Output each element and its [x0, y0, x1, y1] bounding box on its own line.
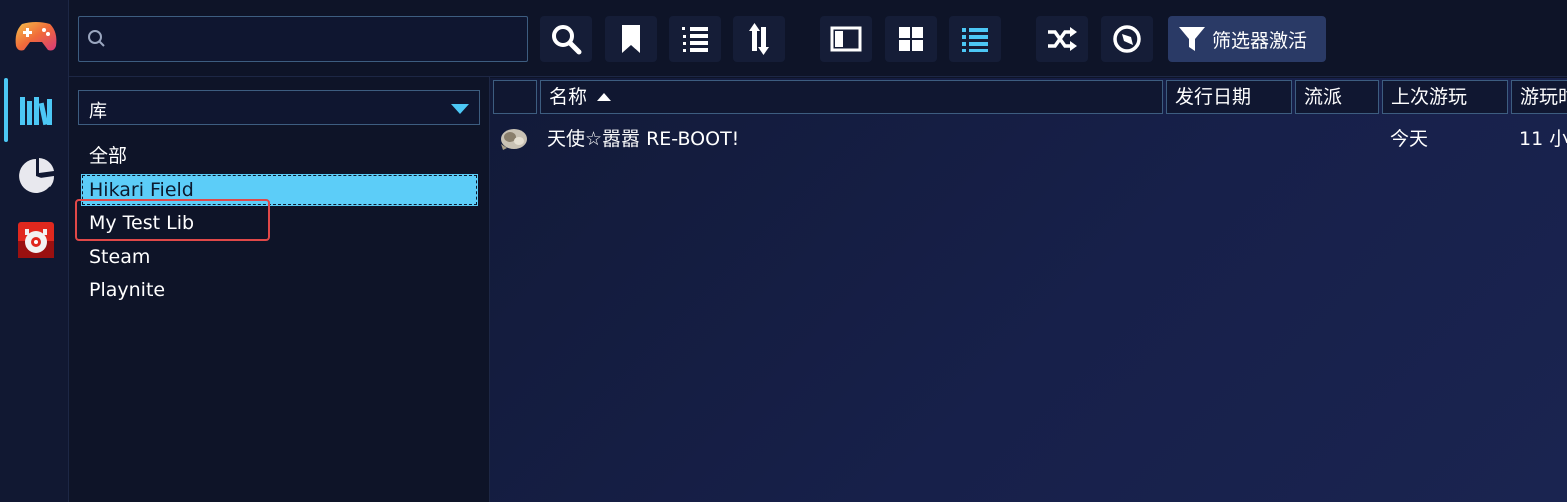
list-view-button[interactable]: [949, 16, 1001, 62]
highlight-annotation: [75, 199, 270, 241]
game-name-cell[interactable]: 天使☆嚣嚣 RE-BOOT!: [547, 124, 739, 154]
sort-direction-button[interactable]: [733, 16, 785, 62]
panel-divider: [489, 77, 490, 502]
column-header-icon[interactable]: [493, 80, 537, 114]
game-last-played-cell: 今天: [1390, 128, 1429, 150]
list-view-icon: [962, 28, 988, 52]
statistics-icon[interactable]: [14, 154, 58, 198]
shuffle-icon: [1048, 27, 1077, 51]
explore-button[interactable]: [1101, 16, 1153, 62]
sort-list-icon: [682, 27, 708, 52]
column-header-last-played[interactable]: 上次游玩: [1382, 80, 1508, 114]
sort-ascending-icon: [597, 93, 612, 101]
active-indicator: [4, 78, 8, 142]
library-dropdown[interactable]: 库: [78, 90, 480, 125]
column-header-name-label: 名称: [549, 86, 588, 108]
details-view-icon: [830, 26, 862, 52]
playnite-logo-icon[interactable]: [14, 14, 58, 58]
bookmark-button[interactable]: [605, 16, 657, 62]
sort-direction-icon: [749, 23, 769, 55]
column-header-name[interactable]: 名称: [540, 80, 1163, 114]
sort-order-button[interactable]: [669, 16, 721, 62]
extension-icon[interactable]: [14, 218, 58, 262]
library-dropdown-label: 库: [89, 101, 107, 122]
library-item-playnite[interactable]: Playnite: [81, 274, 478, 306]
filter-active-label: 筛选器激活: [1212, 29, 1308, 52]
chevron-down-icon: [451, 104, 469, 114]
grid-view-button[interactable]: [885, 16, 937, 62]
compass-icon: [1113, 25, 1141, 53]
game-icon: [498, 126, 530, 152]
search-field-icon: [88, 30, 105, 47]
game-playtime-cell: 11 小时: [1519, 128, 1567, 150]
random-game-button[interactable]: [1036, 16, 1088, 62]
library-item-steam[interactable]: Steam: [81, 241, 478, 273]
magnifier-icon: [552, 25, 582, 55]
details-view-button[interactable]: [820, 16, 872, 62]
column-header-playtime[interactable]: 游玩时: [1511, 80, 1567, 114]
filter-icon: [1179, 27, 1205, 51]
grid-view-icon: [899, 27, 923, 51]
filter-active-button[interactable]: 筛选器激活: [1168, 16, 1326, 62]
search-input[interactable]: [78, 16, 528, 62]
search-button[interactable]: [540, 16, 592, 62]
library-item-all[interactable]: 全部: [81, 140, 478, 172]
column-header-release-date[interactable]: 发行日期: [1166, 80, 1292, 114]
toolbar-divider: [68, 76, 1567, 77]
bookmark-icon: [622, 25, 640, 53]
library-icon[interactable]: [14, 88, 58, 132]
column-header-genre[interactable]: 流派: [1295, 80, 1379, 114]
